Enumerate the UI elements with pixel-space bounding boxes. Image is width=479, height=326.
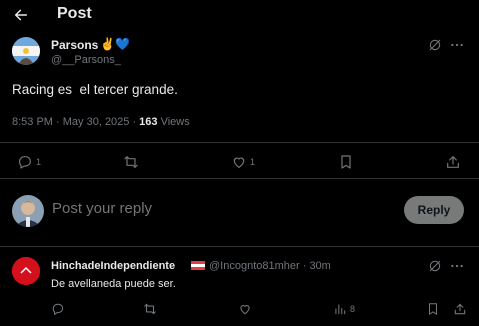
author-handle[interactable]: @__Parsons_ [51, 54, 121, 66]
tweet-text: Racing es el tercer grande. [12, 82, 178, 97]
tweet-time[interactable]: 8:53 PM · May 30, 2025 · [12, 116, 139, 128]
reply-count: 1 [36, 157, 42, 167]
reply-author-name[interactable]: HinchadeIndependiente [51, 260, 175, 272]
my-avatar[interactable] [12, 195, 44, 227]
like-count: 1 [250, 157, 256, 167]
more-icon [451, 43, 463, 47]
header: Post [0, 0, 479, 30]
author-name[interactable]: Parsons [51, 38, 98, 52]
page-title: Post [57, 5, 92, 22]
bookmark-icon [428, 303, 438, 315]
share-icon [454, 303, 466, 315]
views-count: 8 [350, 304, 356, 314]
flag-icon [191, 261, 205, 270]
reply-action[interactable] [51, 302, 65, 316]
reply-author-avatar[interactable] [12, 257, 40, 285]
tweet-meta: 8:53 PM · May 30, 2025 · 163 Views [12, 116, 190, 128]
reply-icon [19, 156, 31, 169]
views-count: 163 [139, 116, 158, 128]
grok-button[interactable] [428, 259, 442, 273]
like-icon [240, 305, 250, 315]
author-emoji: ✌️💙 [100, 37, 130, 51]
views-action[interactable]: 8 [333, 302, 355, 316]
bookmark-action[interactable] [338, 154, 354, 170]
grok-icon [429, 260, 441, 272]
like-icon [233, 157, 245, 168]
reply-button[interactable]: Reply [404, 196, 464, 224]
author-avatar[interactable] [12, 37, 40, 65]
bookmark-action[interactable] [426, 302, 440, 316]
reply-action[interactable]: 1 [17, 154, 41, 170]
back-arrow-icon [14, 9, 28, 21]
more-button[interactable] [450, 259, 464, 273]
reply-input[interactable] [52, 200, 352, 217]
share-action[interactable] [445, 154, 461, 170]
more-button[interactable] [450, 38, 464, 52]
share-icon [447, 156, 459, 168]
views-label: Views [157, 116, 190, 128]
divider [0, 246, 479, 247]
views-icon [335, 304, 346, 315]
share-action[interactable] [453, 302, 467, 316]
divider [0, 142, 479, 143]
reply-icon [52, 303, 64, 315]
grok-icon [429, 39, 441, 51]
repost-action[interactable] [143, 302, 157, 316]
reply-author-handle[interactable]: @Incognto81mher · 30m [209, 260, 331, 272]
bookmark-icon [341, 155, 351, 169]
back-button[interactable] [10, 4, 32, 26]
divider [0, 178, 479, 179]
repost-action[interactable] [123, 154, 139, 170]
repost-icon [124, 156, 138, 168]
more-icon [451, 264, 463, 268]
repost-icon [144, 303, 156, 315]
grok-button[interactable] [428, 38, 442, 52]
like-action[interactable] [238, 302, 252, 316]
like-action[interactable]: 1 [231, 154, 255, 170]
reply-text: De avellaneda puede ser. [51, 278, 176, 290]
